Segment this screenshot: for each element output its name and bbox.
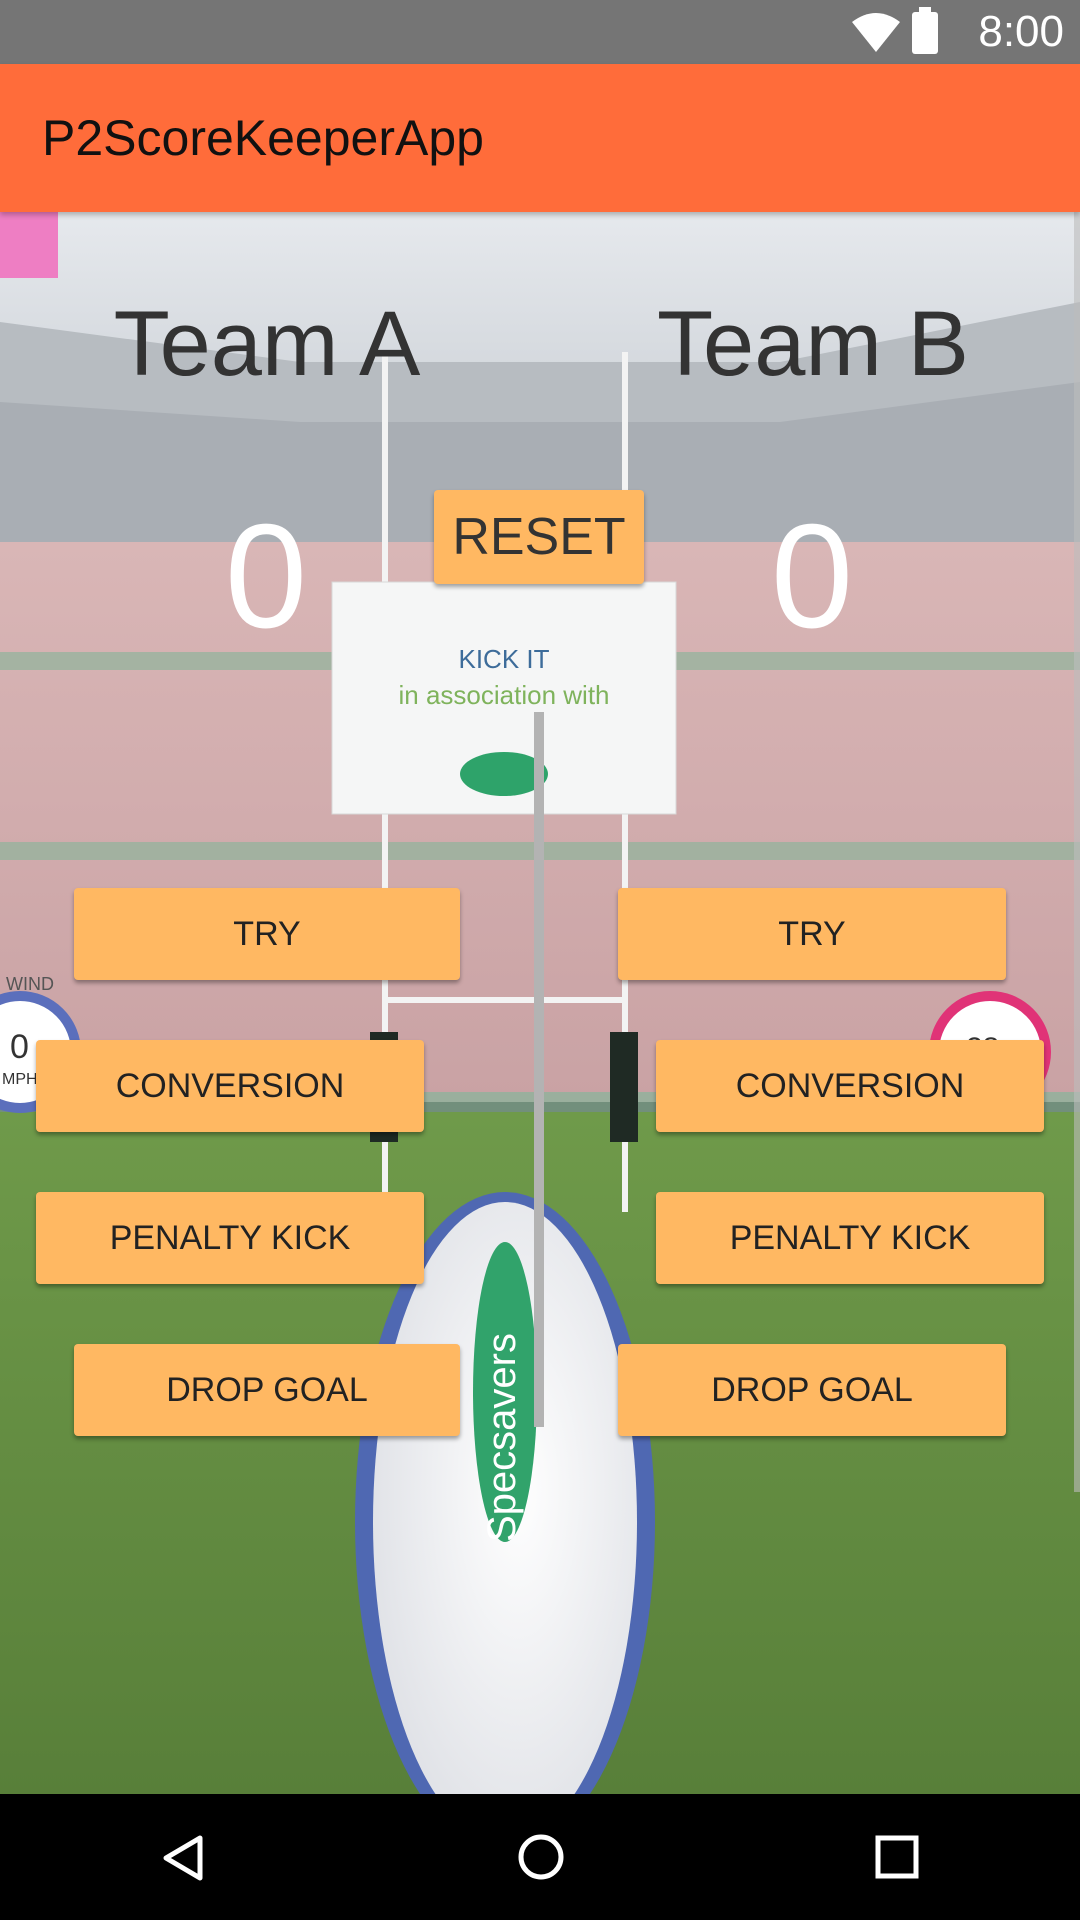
back-icon[interactable]	[160, 1834, 208, 1882]
wind-unit: MPH	[2, 1071, 38, 1088]
team-a-score: 0	[224, 494, 308, 659]
team-a-penalty-kick-button[interactable]: PENALTY KICK	[36, 1192, 424, 1284]
status-bar: 8:00	[0, 0, 1080, 64]
app-bar: P2ScoreKeeperApp	[0, 64, 1080, 212]
team-a-drop-goal-button[interactable]: DROP GOAL	[74, 1344, 460, 1436]
board-line1: KICK IT	[458, 644, 549, 674]
reset-button[interactable]: RESET	[434, 490, 644, 584]
battery-icon	[912, 7, 938, 54]
app-title: P2ScoreKeeperApp	[42, 110, 484, 166]
team-b-try-button[interactable]: TRY	[618, 888, 1006, 980]
team-b-conversion-button[interactable]: CONVERSION	[656, 1040, 1044, 1132]
navigation-bar	[0, 1794, 1080, 1920]
team-a-name: Team A	[113, 293, 421, 395]
board-line2: in association with	[399, 680, 610, 710]
pink-decoration	[0, 212, 58, 278]
team-b-drop-goal-button[interactable]: DROP GOAL	[618, 1344, 1006, 1436]
team-b-penalty-kick-button[interactable]: PENALTY KICK	[656, 1192, 1044, 1284]
team-a-conversion-button[interactable]: CONVERSION	[36, 1040, 424, 1132]
team-b-score: 0	[770, 494, 854, 659]
wind-label: WIND	[6, 974, 54, 994]
status-time: 8:00	[978, 7, 1064, 56]
home-icon[interactable]	[516, 1832, 566, 1882]
team-a-try-button[interactable]: TRY	[74, 888, 460, 980]
team-b-name: Team B	[657, 293, 969, 395]
ball-brand: Specsavers	[480, 1333, 524, 1542]
stadium-background-image: KICK IT in association with WIND 0 MPH 2…	[0, 212, 1080, 1794]
wind-value: 0	[10, 1028, 29, 1066]
main-content: KICK IT in association with WIND 0 MPH 2…	[0, 212, 1080, 1794]
recents-icon[interactable]	[874, 1834, 920, 1880]
wifi-icon	[852, 13, 900, 52]
